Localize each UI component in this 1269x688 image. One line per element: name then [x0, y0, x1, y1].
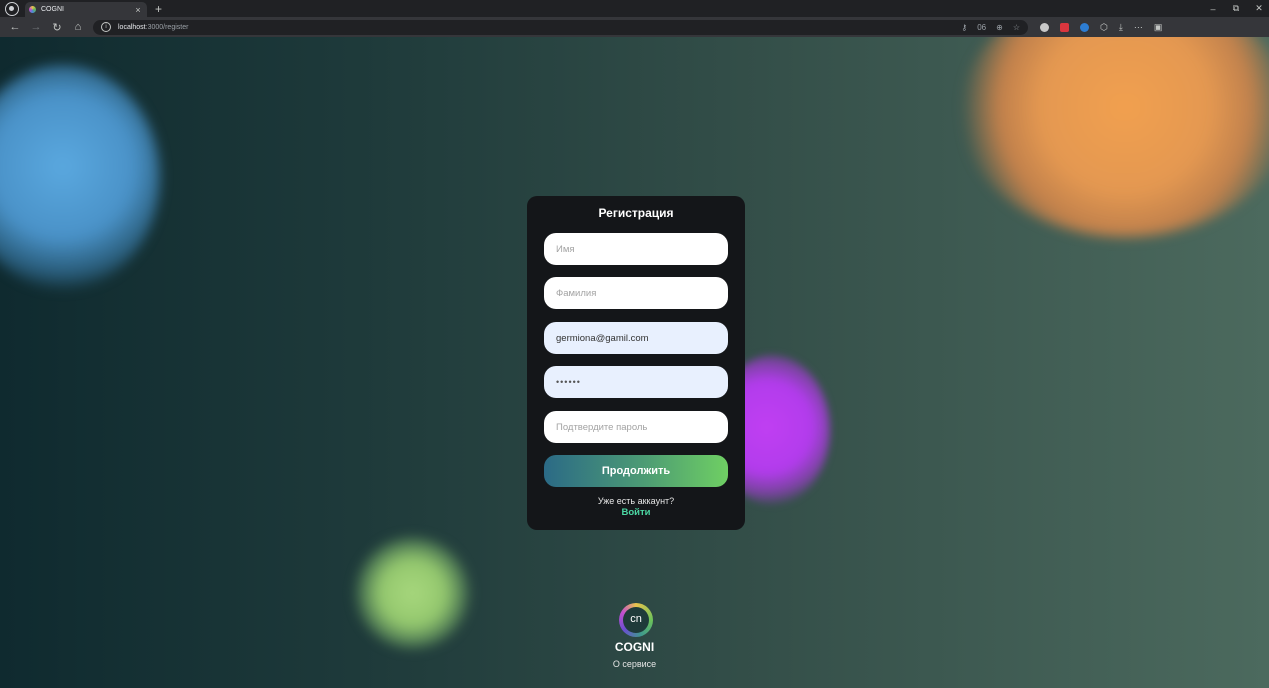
forward-arrow-icon[interactable]: → — [30, 21, 42, 33]
window-controls: – ⧉ ✕ — [1209, 0, 1263, 17]
continue-button[interactable]: Продолжить — [544, 455, 728, 487]
zoom-icon[interactable]: ⊕ — [996, 23, 1003, 32]
download-icon[interactable]: ⤓ — [1119, 22, 1123, 33]
login-link[interactable]: Войти — [527, 507, 745, 518]
browser-tab[interactable]: COGNI × — [25, 2, 147, 17]
brand-name: COGNI — [614, 640, 655, 654]
browser-tab-strip: COGNI × + – ⧉ ✕ — [0, 0, 1269, 17]
restore-button[interactable]: ⧉ — [1232, 3, 1240, 14]
register-title: Регистрация — [598, 206, 674, 220]
decorative-blue-blob — [0, 65, 160, 290]
first-name-input[interactable] — [544, 233, 728, 265]
bookmark-star-icon[interactable]: ☆ — [1013, 23, 1020, 32]
about-link[interactable]: О сервисе — [0, 659, 1269, 669]
address-bar[interactable]: i localhost :3000/register ⚷ 06 ⊕ ☆ — [93, 19, 1028, 35]
key-icon[interactable]: ⚷ — [961, 23, 967, 32]
cogni-logo: cn — [619, 603, 653, 637]
cogni-favicon-icon — [29, 6, 36, 13]
decorative-orange-blob — [960, 37, 1269, 237]
have-account-text: Уже есть аккаунт? — [597, 496, 675, 506]
confirm-password-input[interactable] — [544, 411, 728, 443]
address-bar-actions: ⚷ 06 ⊕ ☆ — [961, 23, 1020, 32]
email-input[interactable] — [544, 322, 728, 354]
tab-title: COGNI — [41, 6, 64, 13]
url-path: :3000/register — [145, 23, 189, 31]
browser-toolbar: ← → ↻ ⌂ i localhost :3000/register ⚷ 06 … — [0, 17, 1269, 37]
logo-text: cn — [623, 607, 649, 633]
tab-close-icon[interactable]: × — [133, 5, 143, 15]
sidebar-icon[interactable]: ▣ — [1154, 22, 1163, 33]
back-arrow-icon[interactable]: ← — [9, 21, 21, 33]
minimize-button[interactable]: – — [1209, 4, 1217, 14]
extension-circle-icon[interactable] — [1040, 22, 1049, 32]
blue-extension-icon[interactable] — [1080, 22, 1089, 32]
badge-count[interactable]: 06 — [977, 23, 986, 32]
last-name-input[interactable] — [544, 277, 728, 309]
adblock-extension-icon[interactable] — [1060, 22, 1069, 32]
extensions-puzzle-icon[interactable]: ⬡ — [1100, 22, 1108, 33]
extensions-area: ⬡ ⤓ ⋯ ▣ — [1040, 22, 1162, 33]
register-card: Регистрация Продолжить Уже есть аккаунт?… — [527, 196, 745, 530]
browser-menu-icon[interactable] — [5, 1, 19, 16]
page-viewport: Регистрация Продолжить Уже есть аккаунт?… — [0, 37, 1269, 688]
password-input[interactable] — [544, 366, 728, 398]
close-window-button[interactable]: ✕ — [1255, 3, 1263, 14]
more-menu-icon[interactable]: ⋯ — [1134, 22, 1143, 33]
site-info-icon[interactable]: i — [101, 22, 111, 32]
decorative-green-blob — [355, 537, 470, 649]
url-host: localhost — [118, 23, 146, 31]
home-icon[interactable]: ⌂ — [72, 21, 84, 33]
new-tab-button[interactable]: + — [155, 2, 162, 16]
reload-icon[interactable]: ↻ — [51, 21, 63, 34]
